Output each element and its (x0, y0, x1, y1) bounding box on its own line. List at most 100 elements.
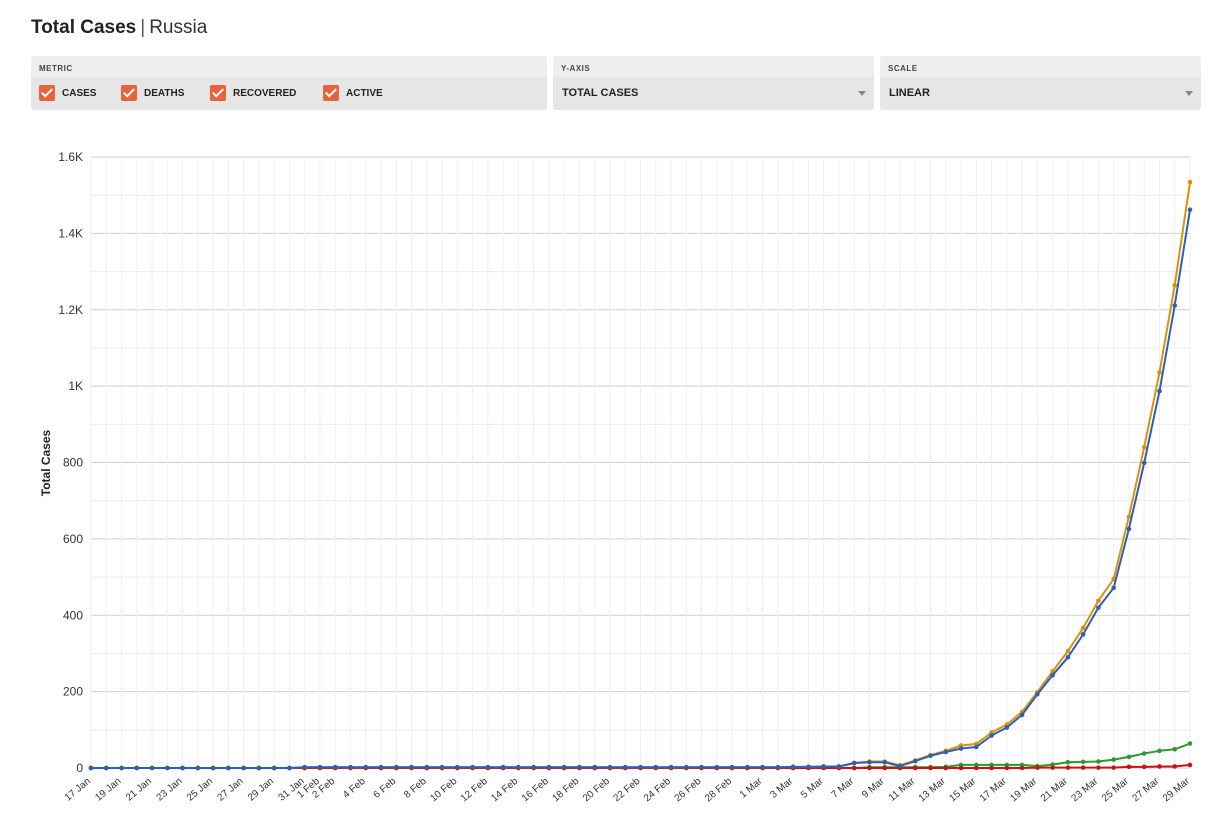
x-tick-label: 6 Feb (372, 776, 399, 801)
metric-checkbox-recovered[interactable]: RECOVERED (210, 85, 296, 101)
title-metric: Total Cases (31, 17, 137, 38)
data-point (1141, 460, 1147, 466)
x-tick-label: 23 Mar (1069, 775, 1100, 804)
data-point (1157, 764, 1162, 769)
data-point (974, 744, 979, 750)
data-point (546, 764, 552, 770)
y-axis-tick-labels: 0 200 400 600 800 1K 1.2K 1.4K 1.6K (58, 150, 83, 775)
data-point (638, 764, 643, 770)
y-tick-label: 400 (63, 608, 83, 622)
data-point (287, 765, 292, 771)
caret-down-icon[interactable] (1185, 91, 1193, 96)
data-point (134, 765, 140, 771)
x-tick-label: 25 Mar (1100, 775, 1131, 804)
metric-checkbox-cases[interactable]: CASES (39, 85, 96, 101)
data-point (1096, 765, 1101, 770)
checkbox-checked-icon[interactable] (210, 85, 226, 101)
data-point (1157, 370, 1162, 375)
page-title: Total Cases | Russia (31, 15, 207, 41)
data-point (1141, 444, 1147, 450)
x-tick-label: 13 Mar (917, 775, 948, 804)
data-point (103, 765, 109, 771)
title-country: Russia (149, 17, 208, 38)
data-point (1080, 632, 1086, 637)
data-point (1096, 605, 1101, 610)
data-point (241, 765, 246, 771)
data-point (1187, 179, 1193, 185)
data-point (1065, 759, 1071, 765)
x-tick-label: 17 Mar (978, 775, 1009, 804)
y-tick-label: 1.2K (58, 303, 83, 317)
metric-panel: METRIC CASES DEATHS RECOVERED ACTIVE (31, 56, 547, 110)
x-tick-label: 21 Jan (124, 776, 154, 804)
x-tick-label: 14 Feb (489, 776, 520, 805)
data-point (1019, 712, 1025, 718)
yaxis-panel-header (553, 56, 874, 77)
data-point (195, 765, 201, 771)
data-point (790, 764, 796, 770)
scale-select[interactable]: SCALE LINEAR (880, 56, 1201, 110)
data-point (439, 764, 445, 770)
data-point (1050, 672, 1055, 678)
data-point (1187, 741, 1193, 746)
data-point (226, 765, 231, 771)
data-point (1065, 648, 1071, 654)
metric-label-recovered: RECOVERED (233, 87, 297, 99)
metric-label-deaths: DEATHS (144, 87, 185, 99)
metric-checkbox-deaths[interactable]: DEATHS (121, 85, 184, 101)
x-tick-label: 16 Feb (520, 776, 551, 805)
yaxis-selected-value[interactable]: TOTAL CASES (562, 87, 638, 99)
caret-down-icon[interactable] (858, 91, 866, 96)
data-point (867, 759, 872, 765)
x-tick-label: 29 Jan (246, 776, 276, 804)
data-point (1172, 283, 1178, 288)
data-point (393, 764, 399, 770)
data-point (851, 765, 857, 771)
title-separator: | (140, 17, 146, 38)
x-tick-label: 27 Jan (215, 776, 245, 804)
data-point (1065, 765, 1071, 770)
data-point (851, 760, 857, 766)
data-point (531, 764, 536, 770)
data-point (210, 765, 216, 771)
data-point (485, 764, 491, 770)
data-point (378, 764, 384, 770)
data-point (1126, 526, 1132, 532)
x-tick-label: 26 Feb (673, 776, 704, 805)
data-point (1157, 748, 1162, 754)
x-tick-label: 15 Mar (947, 775, 978, 804)
data-point (683, 764, 689, 770)
data-point (332, 764, 338, 770)
y-tick-label: 800 (63, 456, 83, 470)
y-tick-label: 200 (63, 685, 83, 699)
data-point (256, 765, 262, 771)
data-point (897, 763, 903, 769)
data-point (348, 764, 353, 770)
data-point (882, 759, 888, 765)
scale-panel-header (880, 56, 1201, 77)
data-point (1080, 759, 1086, 765)
checkbox-checked-icon[interactable] (323, 85, 339, 101)
data-point (455, 764, 460, 770)
checkbox-checked-icon[interactable] (39, 85, 55, 101)
data-point (1004, 725, 1010, 730)
data-point (1172, 303, 1178, 308)
x-tick-label: 9 Mar (860, 775, 887, 800)
x-tick-label: 17 Jan (63, 776, 93, 804)
data-point (745, 764, 750, 770)
x-tick-label: 21 Mar (1039, 775, 1070, 804)
x-tick-label: 28 Feb (703, 776, 734, 805)
scale-selected-value[interactable]: LINEAR (889, 87, 930, 99)
data-point (561, 764, 567, 770)
data-point (317, 764, 323, 770)
data-point (821, 764, 826, 769)
data-point (592, 764, 598, 770)
data-point (836, 764, 842, 769)
metric-checkbox-active[interactable]: ACTIVE (323, 85, 383, 101)
data-point (1187, 762, 1193, 768)
yaxis-select[interactable]: Y-AXIS TOTAL CASES (553, 56, 874, 110)
data-point (729, 764, 735, 770)
data-point (943, 749, 949, 755)
data-point (149, 765, 155, 771)
checkbox-checked-icon[interactable] (121, 85, 137, 101)
